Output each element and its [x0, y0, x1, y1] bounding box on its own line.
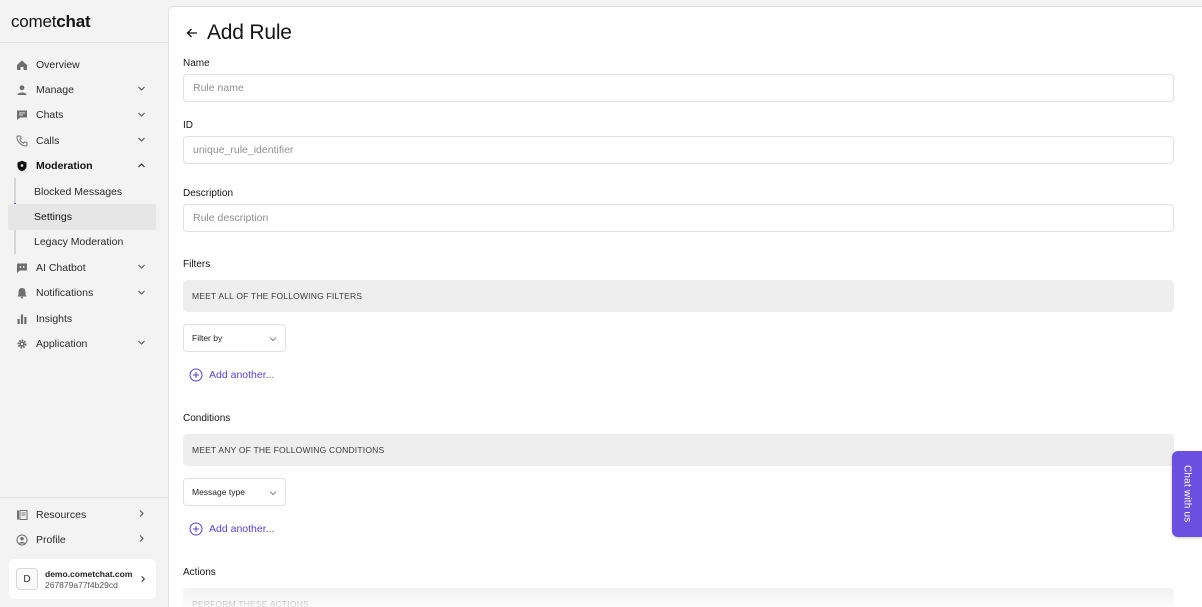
chevron-down-icon — [269, 337, 277, 342]
page-title: Add Rule — [207, 21, 292, 44]
rule-id-input[interactable] — [183, 136, 1174, 164]
home-icon — [16, 59, 28, 71]
chevron-down-icon — [138, 87, 145, 92]
sidebar-item-moderation[interactable]: Moderation — [8, 154, 156, 179]
sidebar-item-manage[interactable]: Manage — [8, 77, 156, 102]
sidebar-divider — [0, 42, 168, 43]
filter-by-select-value: Filter by — [192, 333, 223, 343]
sidebar-item-label: Application — [36, 337, 88, 350]
chevron-right-icon — [139, 535, 144, 543]
conditions-header-bar: MEET ANY OF THE FOLLOWING CONDITIONS — [183, 434, 1174, 466]
filter-by-select[interactable]: Filter by — [183, 324, 286, 352]
sidebar-item-label: Notifications — [36, 287, 94, 300]
add-condition-button[interactable]: Add another... — [189, 522, 274, 536]
bell-icon — [16, 287, 28, 299]
chat-icon — [16, 109, 28, 121]
sidebar-divider — [0, 497, 168, 498]
sidebar-item-settings[interactable]: Settings — [8, 204, 156, 230]
profile-icon — [16, 534, 28, 546]
id-label: ID — [183, 120, 193, 131]
actions-label: Actions — [183, 567, 216, 578]
sidebar-item-insights[interactable]: Insights — [8, 306, 156, 331]
filters-header-bar: MEET ALL OF THE FOLLOWING FILTERS — [183, 280, 1174, 312]
sidebar-item-chats[interactable]: Chats — [8, 103, 156, 128]
description-label: Description — [183, 188, 234, 199]
sidebar-item-label: Profile — [36, 534, 66, 547]
sidebar-item-application[interactable]: Application — [8, 331, 156, 356]
chevron-up-icon — [138, 162, 145, 167]
sidebar-item-overview[interactable]: Overview — [8, 52, 156, 77]
plus-circle-icon — [189, 368, 203, 382]
sidebar-item-resources[interactable]: Resources — [8, 502, 156, 527]
account-domain: demo.cometchat.com — [45, 568, 133, 579]
bot-icon — [16, 262, 28, 274]
sidebar-bottom-nav: Resources Profile — [8, 502, 156, 553]
actions-header-bar: PERFORM THESE ACTIONS — [183, 588, 1174, 607]
sidebar-item-ai-chatbot[interactable]: AI Chatbot — [8, 255, 156, 280]
sidebar: cometchat Overview Manage Chats Calls Mo… — [0, 0, 168, 607]
chevron-down-icon — [138, 290, 145, 295]
sidebar-item-label: Chats — [36, 109, 64, 122]
back-arrow-icon[interactable] — [185, 26, 199, 40]
chevron-down-icon — [269, 491, 277, 496]
sidebar-item-label: Legacy Moderation — [34, 236, 124, 249]
add-filter-label: Add another... — [209, 369, 275, 381]
account-info: demo.cometchat.com 267879a77f4b29cd — [45, 569, 132, 590]
name-label: Name — [183, 58, 210, 69]
sidebar-item-calls[interactable]: Calls — [8, 128, 156, 153]
sidebar-item-label: AI Chatbot — [36, 261, 86, 274]
sidebar-item-label: Blocked Messages — [34, 185, 123, 198]
chevron-down-icon — [138, 112, 145, 117]
avatar: D — [16, 568, 38, 590]
sidebar-item-label: Manage — [36, 84, 74, 97]
sidebar-item-legacy-moderation[interactable]: Legacy Moderation — [8, 230, 156, 255]
bar-chart-icon — [16, 313, 28, 325]
sidebar-item-label: Overview — [36, 58, 80, 71]
sidebar-nav: Overview Manage Chats Calls Moderation B… — [8, 52, 156, 357]
sidebar-item-notifications[interactable]: Notifications — [8, 281, 156, 306]
chevron-right-icon — [139, 510, 144, 517]
user-icon — [16, 84, 28, 96]
brand-logo[interactable]: cometchat — [11, 12, 91, 32]
sidebar-item-blocked-messages[interactable]: Blocked Messages — [8, 179, 156, 204]
sidebar-item-label: Moderation — [36, 160, 93, 173]
chevron-down-icon — [138, 264, 145, 269]
account-app-id: 267879a77f4b29cd — [45, 579, 118, 590]
sidebar-item-label: Resources — [36, 508, 87, 521]
shield-icon — [16, 160, 28, 172]
add-condition-label: Add another... — [209, 523, 275, 535]
main-content: Add Rule Name ID Description Filters MEE… — [168, 6, 1202, 607]
sidebar-item-profile[interactable]: Profile — [8, 527, 156, 552]
chevron-down-icon — [138, 340, 145, 346]
plus-circle-icon — [189, 522, 203, 536]
chevron-right-icon — [141, 575, 146, 583]
chat-with-us-button[interactable]: Chat with us — [1172, 451, 1202, 537]
phone-icon — [16, 135, 28, 147]
chat-with-us-label: Chat with us — [1181, 465, 1193, 523]
book-icon — [16, 509, 28, 521]
gear-icon — [16, 338, 28, 350]
sidebar-item-label: Insights — [36, 312, 73, 325]
page-header: Add Rule — [185, 21, 292, 45]
sidebar-item-label: Calls — [36, 134, 60, 147]
rule-name-input[interactable] — [183, 74, 1174, 102]
message-type-select-value: Message type — [192, 487, 245, 497]
chevron-down-icon — [138, 137, 145, 142]
message-type-select[interactable]: Message type — [183, 478, 286, 506]
sidebar-item-label: Settings — [34, 211, 72, 224]
conditions-label: Conditions — [183, 413, 231, 424]
account-switcher[interactable]: D demo.cometchat.com 267879a77f4b29cd — [9, 559, 156, 599]
filters-label: Filters — [183, 259, 211, 270]
rule-description-input[interactable] — [183, 204, 1174, 232]
add-filter-button[interactable]: Add another... — [189, 368, 274, 382]
